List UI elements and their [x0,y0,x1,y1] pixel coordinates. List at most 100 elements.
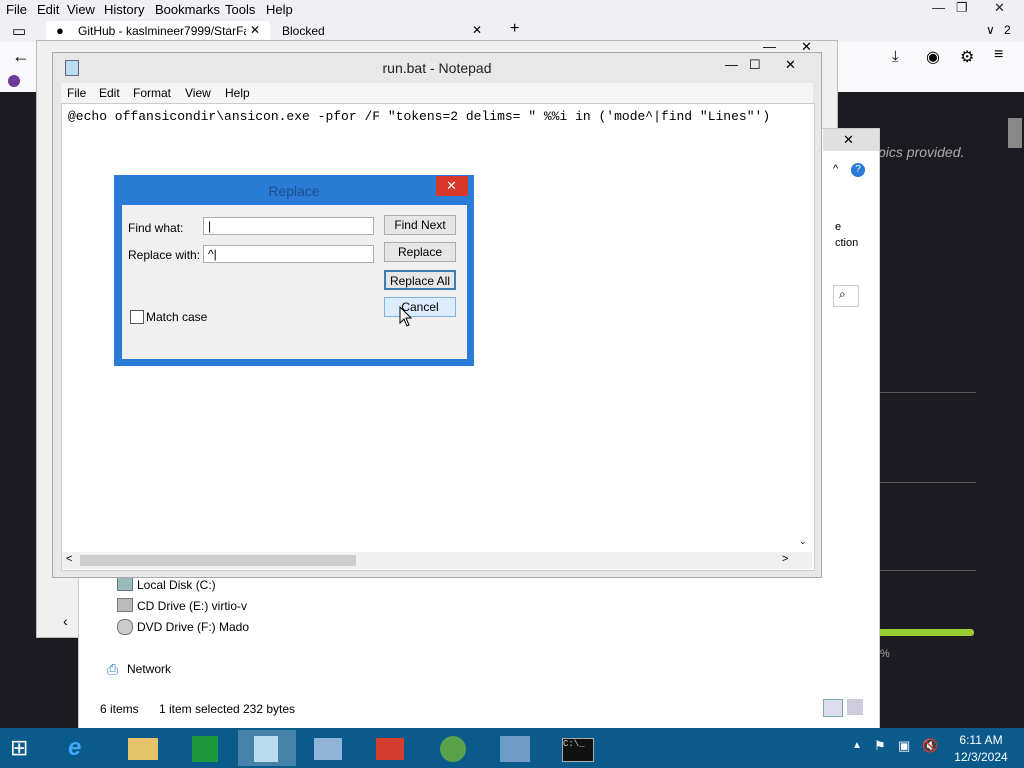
editor-text: @echo offansicondir\ansicon.exe -pfor /F… [68,109,771,124]
menu-help[interactable]: Help [266,2,293,17]
chevron-up-icon[interactable]: ▲ [852,740,862,751]
tab-blocked[interactable]: Blocked ✕ [272,21,490,41]
chevron-up-icon[interactable]: ^ [833,163,838,175]
tab-github[interactable]: ● GitHub - kaslmineer7999/StarFa ✕ [46,21,270,41]
menu-edit[interactable]: Edit [37,2,59,17]
tab-label: GitHub - kaslmineer7999/StarFa [78,24,246,38]
taskbar-app[interactable] [362,730,420,766]
replace-all-button[interactable]: Replace All [384,270,456,290]
progress-bar [878,629,974,636]
menu-help[interactable]: Help [225,86,250,100]
tab-list-icon[interactable]: ▭ [12,22,26,40]
folder-icon [128,738,158,760]
clock-date[interactable]: 12/3/2024 [952,750,1010,764]
network-item[interactable]: ⎙ Network [107,661,227,679]
network-status-icon[interactable]: ▣ [898,738,910,754]
divider [878,392,976,393]
windows-icon: ⊞ [10,735,29,760]
new-tab-button[interactable]: + [510,20,519,38]
download-icon[interactable]: ⤓ [892,48,899,65]
list-item[interactable]: DVD Drive (F:) Mado [117,619,377,637]
find-next-button[interactable]: Find Next [384,215,456,235]
menu-file[interactable]: File [67,86,86,100]
back-icon[interactable]: ← [12,46,30,67]
taskbar-control-panel[interactable] [486,730,544,766]
list-item[interactable]: CD Drive (E:) virtio-v [117,598,377,616]
side-text: e [835,221,842,233]
taskbar-store[interactable] [176,730,234,766]
tiles-view-icon[interactable] [847,699,863,715]
app-icon [376,738,404,760]
divider [878,482,976,483]
cmd-icon: C:\_ [562,738,594,762]
page-scrollbar[interactable] [1008,118,1022,148]
drive-label: DVD Drive (F:) Mado [137,620,250,634]
help-icon[interactable]: ? [851,163,865,177]
scroll-right-icon[interactable]: > [782,553,788,565]
menu-tools[interactable]: Tools [225,2,255,17]
scroll-left-icon[interactable]: < [66,553,72,565]
minimize-icon[interactable]: — [725,57,738,72]
tab-close-icon[interactable]: ✕ [472,23,482,37]
taskbar-download-manager[interactable] [424,730,482,766]
github-icon: ● [56,23,64,38]
scrollbar-thumb[interactable] [80,555,356,566]
close-icon[interactable]: ✕ [785,57,796,73]
tab-close-icon[interactable]: ✕ [250,23,260,37]
taskbar-photos[interactable] [300,730,358,766]
account-icon[interactable]: ◉ [926,47,940,67]
extensions-icon[interactable]: ⚙ [960,47,974,67]
notepad-menubar: File Edit Format View Help [61,83,813,103]
taskbar-explorer[interactable] [114,730,172,766]
match-case-label: Match case [146,310,208,324]
replace-dialog: Replace ✕ Find what: | Replace with: ^| … [114,175,474,366]
notepad-icon [254,736,278,762]
taskbar-ie[interactable]: e [52,730,110,766]
menu-edit[interactable]: Edit [99,86,120,100]
flag-icon[interactable]: ⚑ [874,738,886,754]
scroll-down-icon[interactable]: ⌄ [799,536,807,547]
scroll-left-icon[interactable]: ‹ [63,613,68,629]
taskbar-cmd[interactable]: C:\_ [548,730,606,766]
taskbar-notepad[interactable] [238,730,296,766]
match-case-checkbox[interactable] [130,310,144,324]
menu-view[interactable]: View [185,86,211,100]
find-input[interactable]: | [203,217,374,235]
status-items: 6 items [100,702,139,716]
dialog-close-button[interactable]: ✕ [436,176,468,196]
search-button[interactable]: ⌕ [833,285,859,307]
start-button[interactable]: ⊞ [8,734,40,762]
menu-view[interactable]: View [67,2,95,17]
tab-count: 2 [1004,23,1011,37]
firefox-tabbar: ▭ ● GitHub - kaslmineer7999/StarFa ✕ Blo… [0,20,1024,42]
restore-icon[interactable]: ❐ [956,0,968,16]
close-icon[interactable]: ✕ [994,0,1005,16]
volume-muted-icon[interactable]: 🔇 [922,738,938,754]
cd-drive-icon [117,598,133,612]
horizontal-scrollbar[interactable]: < > [62,552,812,569]
bookmark-icon[interactable] [8,75,20,87]
status-size: 232 bytes [243,702,296,716]
list-item[interactable]: Local Disk (C:) [117,577,377,595]
side-text: ction [835,237,859,249]
dialog-body: Find what: | Replace with: ^| Find Next … [122,205,467,359]
tab-overflow-icon[interactable]: ∨ [986,23,995,37]
explorer-close[interactable]: ✕ [823,129,879,151]
status-selected: 1 item selected [159,702,240,716]
menu-bookmarks[interactable]: Bookmarks [155,2,220,17]
vertical-scrollbar[interactable]: ⌄ [796,104,812,552]
percent-label: % [880,648,890,660]
drive-label: CD Drive (E:) virtio-v [137,599,247,613]
maximize-icon[interactable]: ☐ [749,57,761,73]
clock-time[interactable]: 6:11 AM [956,733,1006,747]
details-view-icon[interactable] [823,699,843,717]
menu-format[interactable]: Format [133,86,171,100]
hamburger-menu-icon[interactable]: ≡ [994,46,1003,64]
cancel-button[interactable]: Cancel [384,297,456,317]
replace-input[interactable]: ^| [203,245,374,263]
menu-file[interactable]: File [6,2,27,17]
minimize-icon[interactable]: — [932,0,945,15]
replace-button[interactable]: Replace [384,242,456,262]
network-icon: ⎙ [107,661,119,677]
menu-history[interactable]: History [104,2,144,17]
